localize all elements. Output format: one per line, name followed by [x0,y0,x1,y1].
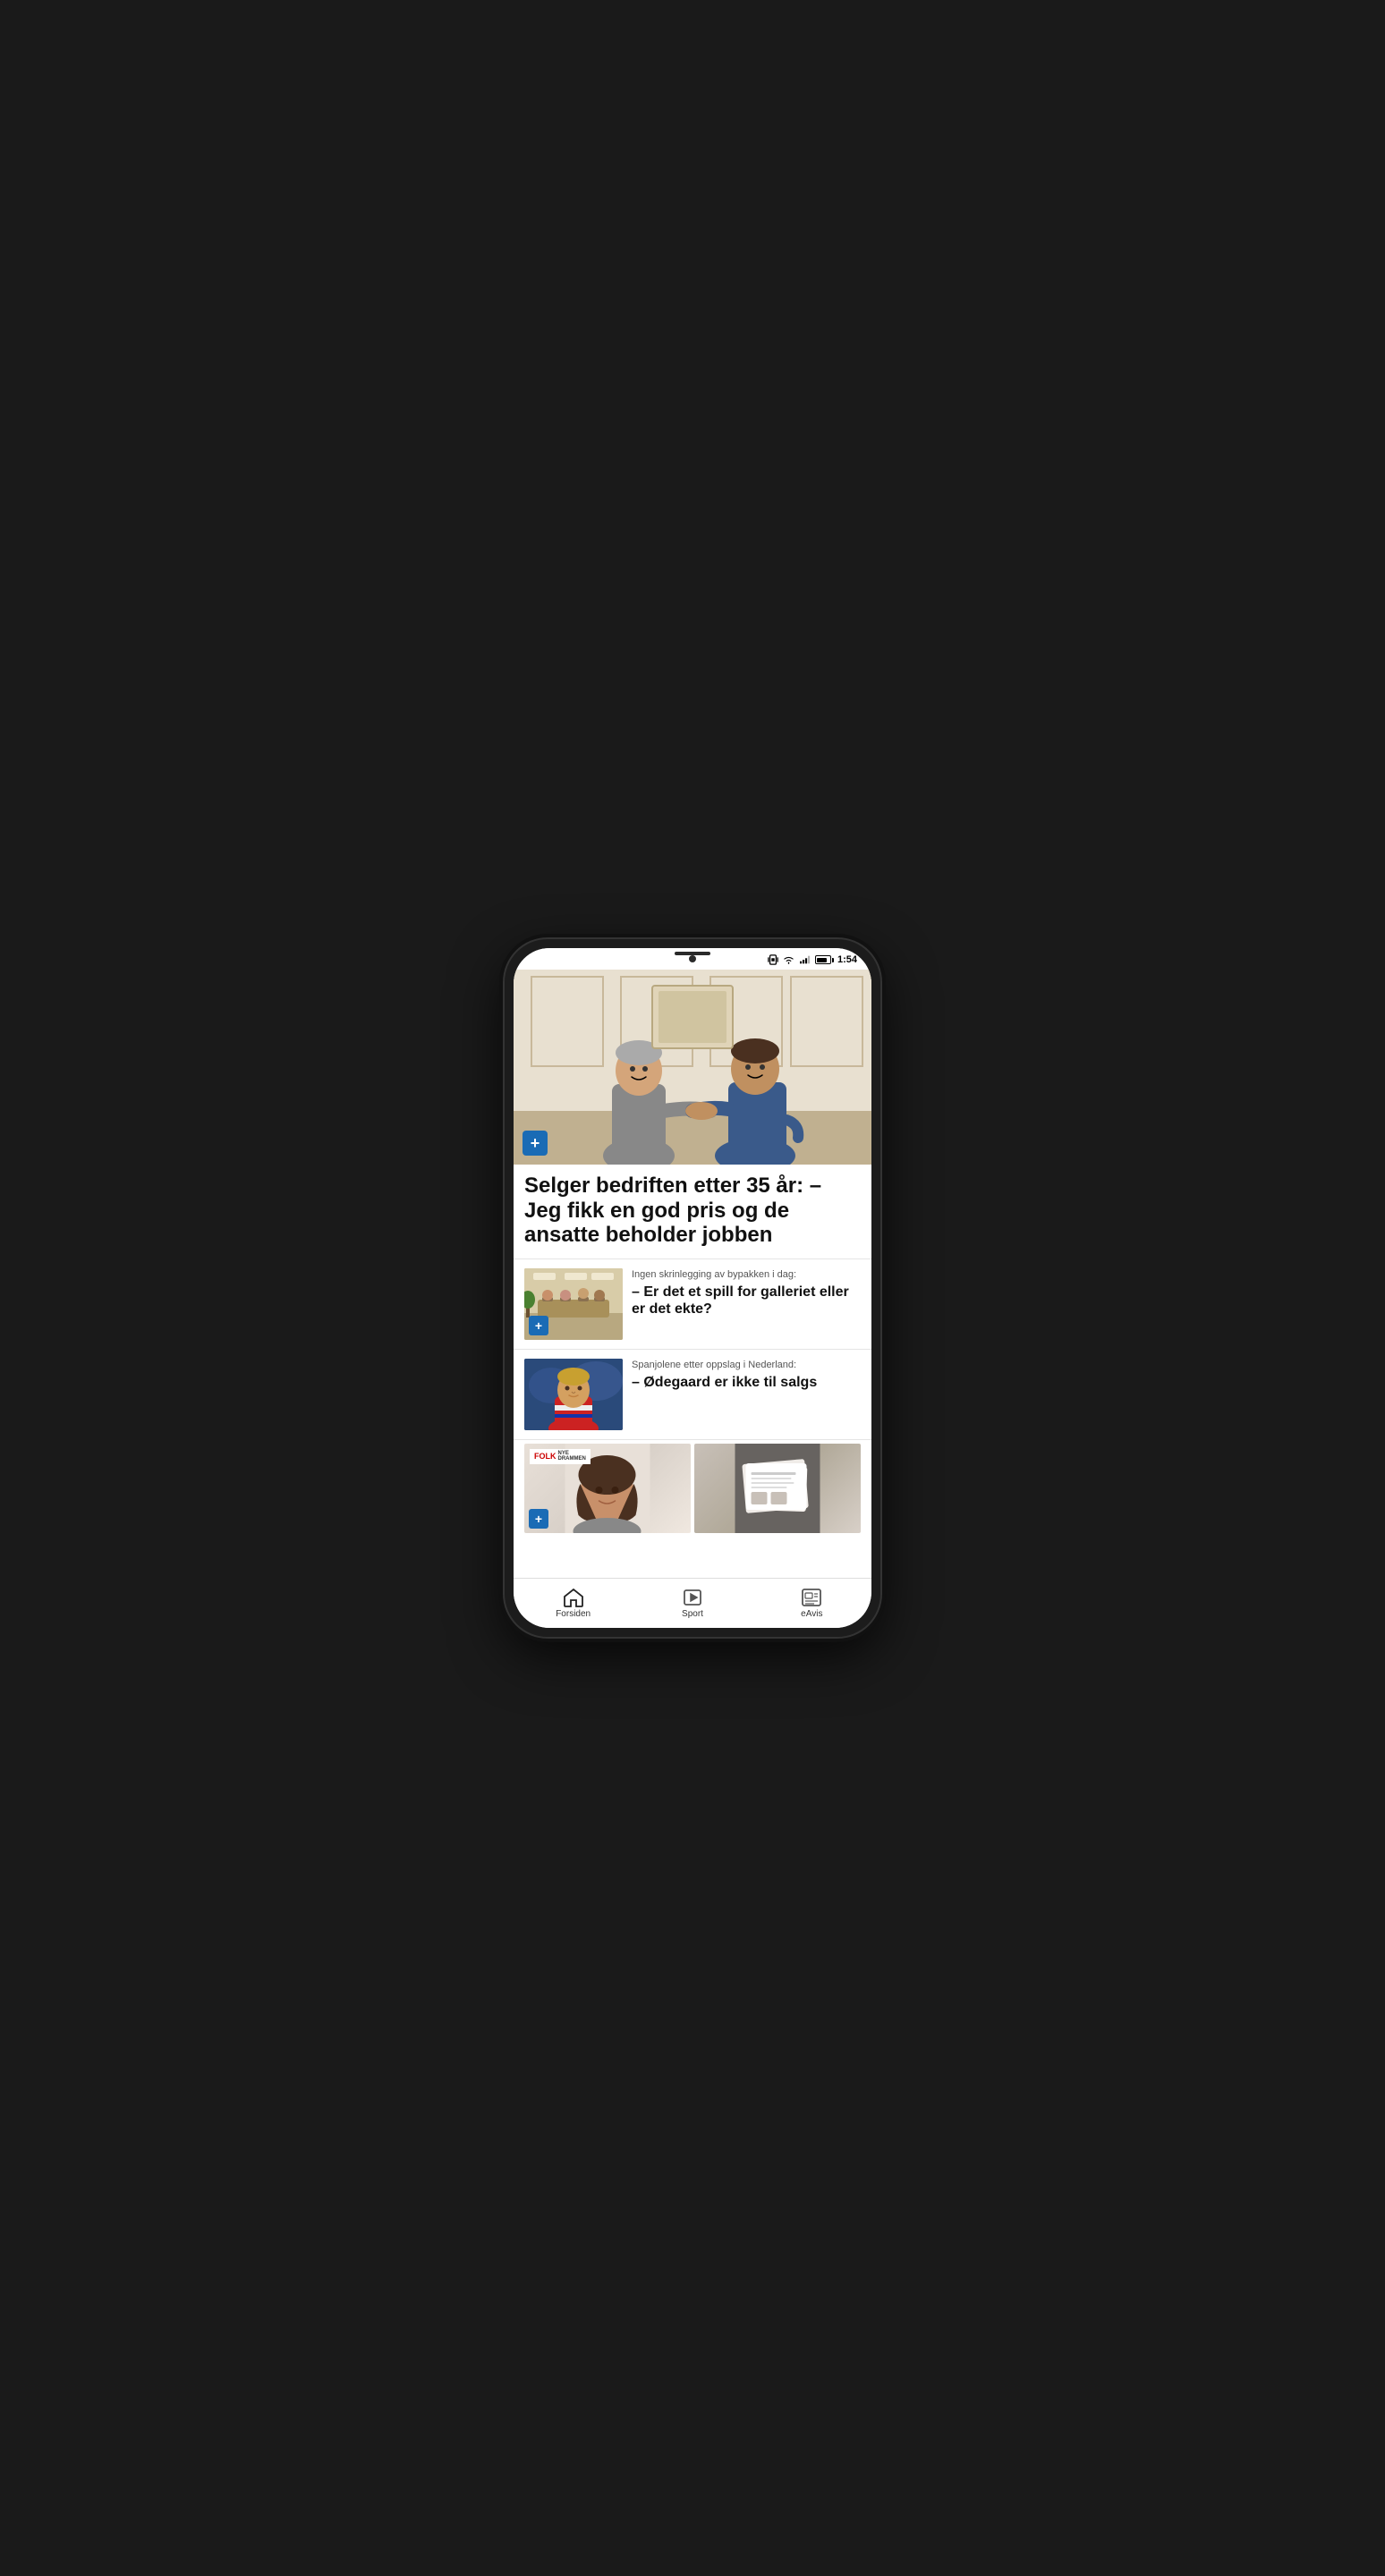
article-item[interactable]: + Ingen skrinlegging av bypakken i dag: … [514,1259,871,1350]
battery-icon [815,955,834,964]
folk-logo: FOLK NYEDRAMMEN [530,1449,591,1464]
nav-item-sport[interactable]: Sport [633,1579,752,1628]
article1-headline: – Er det et spill for galleriet eller er… [632,1284,861,1318]
grid-item-2[interactable] [694,1444,861,1533]
article-thumb-2 [524,1359,623,1430]
phone-shell: 1:54 [505,939,880,1637]
eavis-icon [801,1588,822,1607]
vibrate-icon [767,953,779,966]
hero-image[interactable]: + [514,968,871,1165]
nav-item-forsiden[interactable]: Forsiden [514,1579,633,1628]
nav-item-eavis[interactable]: eAvis [752,1579,871,1628]
nav-label-forsiden: Forsiden [556,1609,591,1619]
bottom-nav: Forsiden Sport [514,1578,871,1628]
article2-kicker: Spanjolene etter oppslag i Nederland: [632,1359,861,1371]
hero-premium-badge: + [523,1131,548,1156]
home-icon [563,1588,584,1607]
article1-premium-badge: + [529,1316,548,1335]
bottom-grid[interactable]: FOLK NYEDRAMMEN + [514,1440,871,1537]
status-icons: 1:54 [767,953,857,966]
folk-logo-sub: NYEDRAMMEN [558,1451,586,1462]
article2-headline: – Ødegaard er ikke til salgs [632,1374,861,1391]
nav-label-sport: Sport [682,1609,703,1619]
wifi-icon [783,953,795,966]
folk-logo-text: FOLK [534,1452,557,1461]
sport-icon [682,1588,703,1607]
nav-label-eavis: eAvis [801,1609,822,1619]
article-item[interactable]: Spanjolene etter oppslag i Nederland: – … [514,1350,871,1440]
main-headline-section[interactable]: Selger bedriften etter 35 år: – Jeg fikk… [514,1165,871,1259]
status-time: 1:54 [837,954,857,965]
phone-screen: 1:54 [514,948,871,1628]
camera-dot [689,955,696,962]
scroll-content[interactable]: + Selger bedriften etter 35 år: – Jeg fi… [514,968,871,1578]
article2-text: Spanjolene etter oppslag i Nederland: – … [632,1359,861,1391]
grid1-premium-badge: + [529,1509,548,1529]
grid-item-1[interactable]: FOLK NYEDRAMMEN + [524,1444,691,1533]
article1-text: Ingen skrinlegging av bypakken i dag: – … [632,1268,861,1318]
article1-kicker: Ingen skrinlegging av bypakken i dag: [632,1268,861,1281]
main-headline-text: Selger bedriften etter 35 år: – Jeg fikk… [524,1174,861,1248]
signal-icon [799,953,811,966]
article-thumb-1: + [524,1268,623,1340]
